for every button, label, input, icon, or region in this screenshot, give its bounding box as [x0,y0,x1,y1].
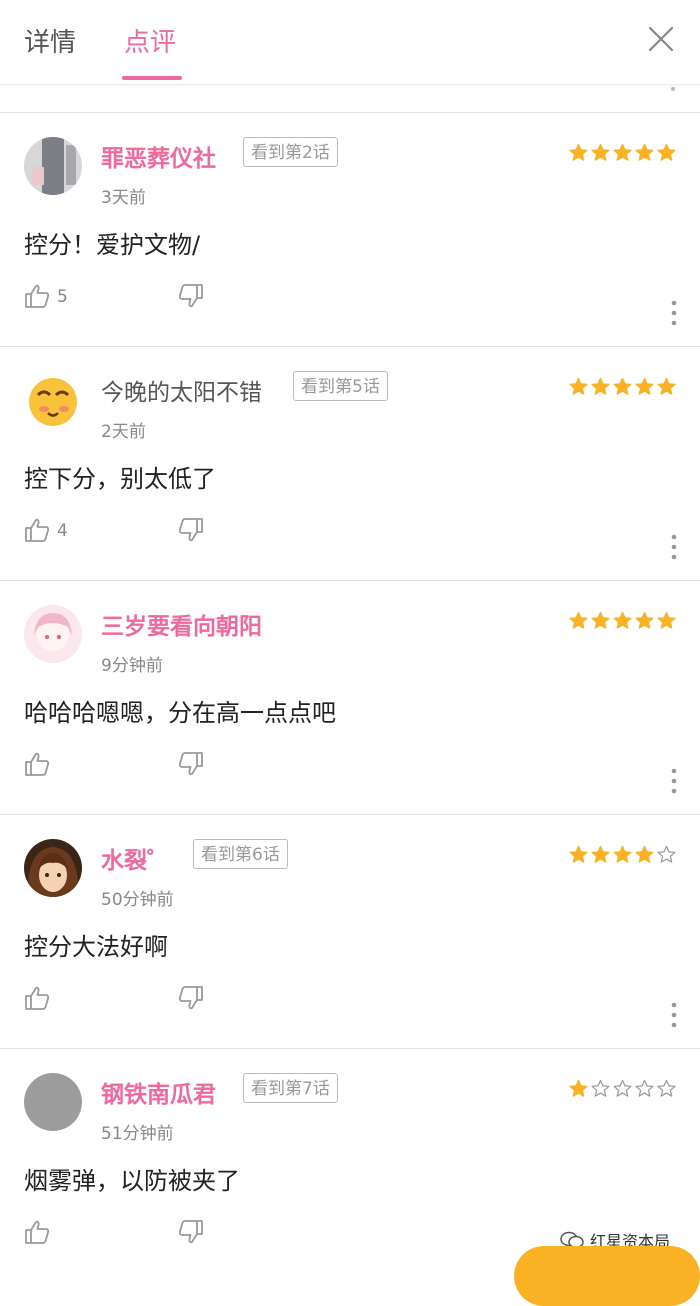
like-count: 4 [57,521,68,541]
star-empty-icon [613,1079,632,1097]
active-tab-indicator [122,76,182,80]
star-rating [569,143,676,162]
avatar[interactable] [24,137,82,195]
star-filled-icon [591,377,610,395]
comment-card: 罪恶葬仪社 看到第2话 3天前 控分！爱护文物/ 5 [0,112,700,347]
avatar[interactable] [24,839,82,897]
timestamp: 2天前 [101,422,146,442]
star-filled-icon [657,611,676,629]
star-filled-icon [657,143,676,161]
star-rating [569,845,676,864]
more-options-icon[interactable] [665,1001,683,1029]
timestamp: 3天前 [101,188,146,208]
username[interactable]: 今晚的太阳不错 [101,373,262,407]
more-options-icon[interactable] [665,767,683,795]
star-filled-icon [635,611,654,629]
star-filled-icon [635,377,654,395]
star-filled-icon [591,143,610,161]
star-filled-icon [613,845,632,863]
thumbs-down-icon[interactable] [178,517,204,543]
close-icon[interactable] [646,24,676,54]
avatar[interactable] [24,371,82,429]
progress-badge: 看到第7话 [243,1073,338,1103]
comment-text: 哈哈哈嗯嗯，分在高一点点吧 [24,699,336,727]
star-filled-icon [569,611,588,629]
comment-card: 三岁要看向朝阳 9分钟前 哈哈哈嗯嗯，分在高一点点吧 [0,580,700,815]
thumbs-down-icon[interactable] [178,283,204,309]
comment-card: 今晚的太阳不错 看到第5话 2天前 控下分，别太低了 4 [0,346,700,581]
timestamp: 50分钟前 [101,890,174,910]
thumbs-up-icon[interactable] [24,1219,50,1245]
username[interactable]: 罪恶葬仪社 [101,139,216,173]
like-count: 5 [57,287,68,307]
thumbs-up-icon[interactable] [24,985,50,1011]
tab-details[interactable]: 详情 [24,22,76,59]
comment-text: 控分！爱护文物/ [24,231,201,259]
avatar[interactable] [24,605,82,663]
write-review-button[interactable] [514,1246,700,1306]
star-rating [569,1079,676,1098]
star-empty-icon [591,1079,610,1097]
thumbs-up-icon[interactable] [24,751,50,777]
thumbs-up-icon[interactable] [24,283,50,309]
star-filled-icon [569,845,588,863]
star-filled-icon [569,143,588,161]
top-tab-bar: 详情 点评 [0,0,700,85]
more-options-icon[interactable] [665,299,683,327]
username[interactable]: 三岁要看向朝阳 [101,607,262,641]
star-rating [569,611,676,630]
star-filled-icon [657,377,676,395]
tab-reviews[interactable]: 点评 [124,22,176,59]
star-empty-icon [657,1079,676,1097]
thumbs-down-icon[interactable] [178,985,204,1011]
star-filled-icon [613,143,632,161]
more-dot-partial [671,87,675,91]
more-options-icon[interactable] [665,533,683,561]
star-empty-icon [635,1079,654,1097]
star-filled-icon [613,377,632,395]
progress-badge: 看到第2话 [243,137,338,167]
star-filled-icon [635,845,654,863]
progress-badge: 看到第5话 [293,371,388,401]
avatar[interactable] [24,1073,82,1131]
star-filled-icon [569,377,588,395]
progress-badge: 看到第6话 [193,839,288,869]
comment-text: 控分大法好啊 [24,933,168,961]
star-filled-icon [635,143,654,161]
username[interactable]: 钢铁南瓜君 [101,1075,216,1109]
comment-card: 水裂゜ 看到第6话 50分钟前 控分大法好啊 [0,814,700,1049]
comment-text: 控下分，别太低了 [24,465,216,493]
thumbs-down-icon[interactable] [178,751,204,777]
timestamp: 51分钟前 [101,1124,174,1144]
username[interactable]: 水裂゜ [101,841,170,875]
thumbs-down-icon[interactable] [178,1219,204,1245]
star-filled-icon [569,1079,588,1097]
star-filled-icon [591,845,610,863]
comment-text: 烟雾弹，以防被夹了 [24,1167,240,1195]
star-filled-icon [591,611,610,629]
star-rating [569,377,676,396]
star-filled-icon [613,611,632,629]
thumbs-up-icon[interactable] [24,517,50,543]
star-empty-icon [657,845,676,863]
timestamp: 9分钟前 [101,656,163,676]
